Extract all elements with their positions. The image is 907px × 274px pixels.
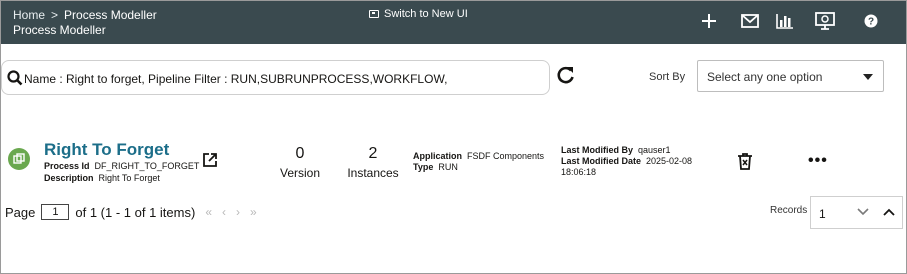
process-id: Process Id DF_RIGHT_TO_FORGET	[44, 161, 199, 171]
last-modified-time: 18:06:18	[561, 167, 597, 177]
last-modified-date-value: 2025-02-08	[646, 156, 693, 166]
version-count: 0	[295, 145, 305, 162]
process-icon	[8, 148, 30, 170]
breadcrumb-home[interactable]: Home	[13, 8, 45, 22]
help-icon[interactable]: ?	[860, 10, 882, 32]
chart-icon[interactable]	[774, 10, 796, 32]
search-input[interactable]: Name : Right to forget, Pipeline Filter …	[1, 60, 550, 95]
last-page-icon[interactable]: »	[250, 205, 257, 219]
instances-count[interactable]: 2	[343, 145, 403, 163]
type-value: RUN	[438, 162, 458, 172]
chevron-down-icon[interactable]	[857, 208, 869, 216]
sort-by-select[interactable]: Select any one option	[697, 60, 884, 92]
last-modified-date: Last Modified Date 2025-02-08	[561, 156, 692, 166]
search-icon	[7, 70, 23, 86]
process-type: Type RUN	[413, 162, 458, 172]
records-per-page-stepper[interactable]: 1	[810, 196, 903, 229]
records-value: 1	[819, 207, 826, 221]
chevron-down-icon	[863, 74, 873, 80]
first-page-icon[interactable]: «	[205, 205, 212, 219]
version-label: Version	[279, 166, 321, 180]
svg-text:?: ?	[868, 17, 874, 28]
process-id-value: DF_RIGHT_TO_FORGET	[94, 161, 200, 171]
process-description: Description Right To Forget	[44, 173, 160, 183]
more-actions-button[interactable]: •••	[808, 152, 828, 170]
search-query-text: Name : Right to forget, Pipeline Filter …	[24, 72, 448, 86]
last-modified-by-value: qauser1	[638, 145, 671, 155]
description-value: Right To Forget	[98, 173, 160, 183]
mail-icon[interactable]	[739, 10, 761, 32]
switch-ui-label: Switch to New UI	[384, 8, 468, 20]
process-name-link[interactable]: Right To Forget	[44, 140, 169, 160]
process-id-label: Process Id	[44, 161, 90, 171]
refresh-icon[interactable]	[556, 65, 576, 85]
instances-label: Instances	[347, 166, 399, 180]
page-label: Page	[5, 204, 36, 220]
application-value: FSDF Components	[467, 151, 545, 161]
monitor-icon[interactable]	[814, 10, 836, 32]
last-modified-by: Last Modified By qauser1	[561, 145, 671, 155]
open-external-icon[interactable]	[202, 152, 218, 168]
prev-page-icon[interactable]: ‹	[222, 205, 226, 219]
records-label: Records	[770, 205, 808, 216]
description-label: Description	[44, 173, 94, 183]
sort-by-label: Sort By	[649, 71, 686, 83]
page-number-input[interactable]: 1	[41, 204, 70, 220]
application: Application FSDF Components	[413, 151, 544, 161]
page-title: Process Modeller	[13, 23, 106, 37]
next-page-icon[interactable]: ›	[236, 205, 240, 219]
chevron-up-icon[interactable]	[883, 208, 895, 216]
sort-select-placeholder: Select any one option	[707, 70, 823, 84]
plus-icon[interactable]	[698, 10, 720, 32]
type-label: Type	[413, 162, 434, 172]
pagination: Page 1 of 1 (1 - 1 of 1 items) « ‹ › »	[5, 204, 257, 220]
application-label: Application	[413, 151, 462, 161]
breadcrumb: Home > Process Modeller	[13, 8, 157, 22]
page-summary: of 1 (1 - 1 of 1 items)	[75, 204, 196, 220]
breadcrumb-current: Process Modeller	[64, 8, 157, 22]
last-modified-by-label: Last Modified By	[561, 145, 634, 155]
switch-ui-link[interactable]: Switch to New UI	[369, 8, 468, 20]
header-bar: Home > Process Modeller Process Modeller…	[1, 1, 906, 44]
delete-icon[interactable]	[737, 152, 753, 170]
breadcrumb-separator: >	[51, 8, 59, 22]
last-modified-date-label: Last Modified Date	[561, 156, 642, 166]
switch-ui-icon	[369, 10, 379, 18]
